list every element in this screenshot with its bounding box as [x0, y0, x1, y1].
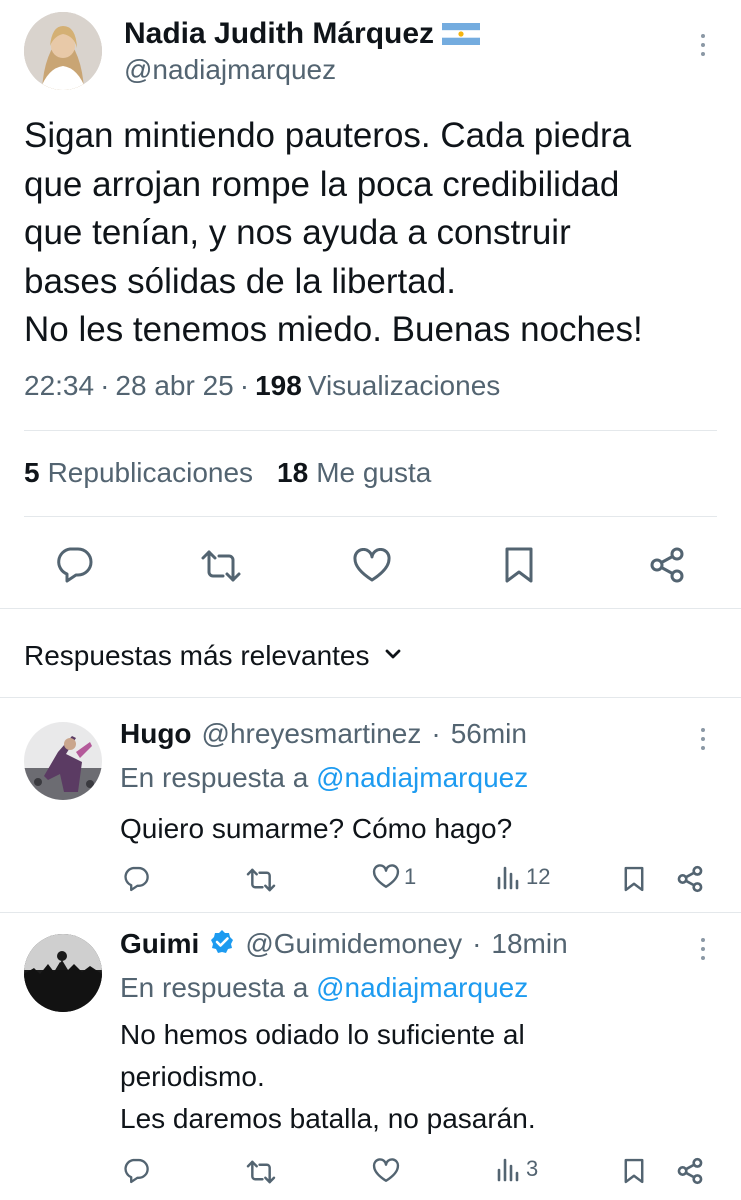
reposts-count: 5	[24, 457, 40, 488]
likes-count: 18	[277, 457, 309, 488]
in-reply-to: En respuesta a @nadiajmarquez	[120, 762, 528, 794]
tweet-time[interactable]: 22:34	[24, 370, 94, 402]
reply-text: No hemos odiado lo suficiente al periodi…	[120, 1019, 536, 1134]
repost-icon[interactable]	[245, 1159, 277, 1185]
reply-time[interactable]: 18min	[491, 928, 567, 960]
verified-badge-icon	[209, 929, 235, 960]
like-count: 1	[404, 864, 417, 889]
divider	[0, 608, 741, 609]
in-reply-to-handle[interactable]: @nadiajmarquez	[316, 762, 528, 793]
more-options-icon[interactable]	[700, 728, 706, 750]
views-count: 12	[526, 864, 551, 889]
like-icon	[372, 1158, 400, 1184]
divider	[0, 697, 741, 698]
argentina-flag-icon	[442, 23, 481, 45]
divider	[24, 516, 717, 517]
likes-stat[interactable]: 18 Me gusta	[277, 457, 431, 489]
reply-time[interactable]: 56min	[451, 718, 527, 750]
chevron-down-icon	[384, 647, 402, 665]
author-handle[interactable]: @nadiajmarquez	[124, 54, 336, 86]
divider	[0, 912, 741, 913]
like-icon[interactable]	[352, 548, 392, 584]
in-reply-to: En respuesta a @nadiajmarquez	[120, 972, 528, 1004]
in-reply-to-handle[interactable]: @nadiajmarquez	[316, 972, 528, 1003]
share-icon[interactable]	[676, 865, 704, 893]
like-icon	[372, 864, 400, 890]
reply-header-row: Hugo @hreyesmartinez · 56min	[120, 718, 527, 750]
more-options-icon[interactable]	[700, 34, 706, 56]
reply-author-handle[interactable]: @Guimidemoney	[245, 928, 462, 960]
views-count: 198	[255, 370, 302, 401]
tweet-meta-row: 22:34 · 28 abr 25 · 198 Visualizaciones	[24, 370, 500, 402]
bookmark-icon[interactable]	[623, 1158, 645, 1184]
author-name-row[interactable]: Nadia Judith Márquez	[124, 14, 481, 54]
reply-icon[interactable]	[54, 546, 94, 584]
repost-icon[interactable]	[199, 548, 243, 584]
views-button[interactable]: 3	[496, 1156, 538, 1182]
tweet-text: Sigan mintiendo pauteros. Cada piedra qu…	[24, 116, 643, 349]
tweet-date[interactable]: 28 abr 25	[115, 370, 233, 402]
in-reply-to-prefix: En respuesta a	[120, 762, 309, 793]
reply-author-name[interactable]: Guimi	[120, 928, 199, 960]
replies-sort-label: Respuestas más relevantes	[24, 640, 370, 671]
reply-text: Quiero sumarme? Cómo hago?	[120, 813, 513, 844]
views-icon	[496, 1156, 520, 1182]
separator-dot: ·	[100, 370, 110, 401]
likes-label: Me gusta	[316, 457, 432, 488]
views-button[interactable]: 12	[496, 864, 550, 890]
reply-icon[interactable]	[122, 866, 150, 892]
separator-dot: ·	[472, 928, 482, 959]
reply-author-handle[interactable]: @hreyesmartinez	[202, 718, 422, 750]
reply-avatar[interactable]	[24, 722, 102, 800]
author-avatar[interactable]	[24, 12, 102, 90]
share-icon[interactable]	[648, 546, 686, 584]
reply-author-name[interactable]: Hugo	[120, 718, 192, 750]
divider	[24, 430, 717, 431]
in-reply-to-prefix: En respuesta a	[120, 972, 309, 1003]
replies-sort-dropdown[interactable]: Respuestas más relevantes	[24, 640, 402, 672]
reply-icon[interactable]	[122, 1158, 150, 1184]
engagement-stats-row: 5 Republicaciones 18 Me gusta	[24, 457, 431, 489]
more-options-icon[interactable]	[700, 938, 706, 960]
views-count: 3	[526, 1156, 539, 1181]
like-button[interactable]	[372, 1158, 404, 1184]
bookmark-icon[interactable]	[623, 866, 645, 892]
reposts-label: Republicaciones	[47, 457, 254, 488]
separator-dot: ·	[239, 370, 250, 401]
views-icon	[496, 864, 520, 890]
repost-icon[interactable]	[245, 867, 277, 893]
separator-dot: ·	[431, 718, 441, 749]
share-icon[interactable]	[676, 1157, 704, 1185]
reposts-stat[interactable]: 5 Republicaciones	[24, 457, 253, 489]
reply-avatar[interactable]	[24, 934, 102, 1012]
like-button[interactable]: 1	[372, 864, 416, 890]
author-name[interactable]: Nadia Judith Márquez	[124, 17, 434, 51]
reply-header-row: Guimi @Guimidemoney · 18min	[120, 928, 568, 960]
bookmark-icon[interactable]	[503, 546, 535, 584]
views-label: Visualizaciones	[307, 370, 501, 401]
